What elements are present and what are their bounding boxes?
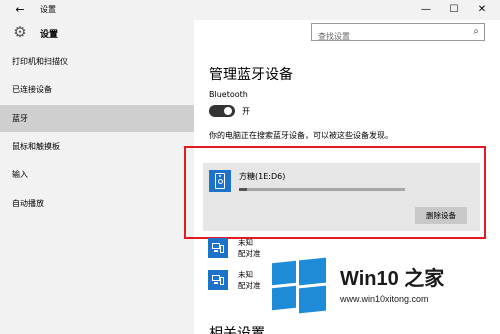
selected-device-card[interactable]: 方糖(1E:D6) 删除设备	[203, 163, 480, 231]
device-status: 配对准	[238, 281, 261, 290]
window-title: 设置	[40, 5, 56, 14]
search-input[interactable]	[312, 28, 462, 45]
back-button[interactable]: ←	[13, 3, 27, 17]
gear-icon: ⚙	[13, 23, 27, 41]
sidebar-item-bluetooth[interactable]: 蓝牙	[0, 105, 194, 132]
sidebar-title: 设置	[40, 30, 59, 40]
device-status: 配对准	[238, 249, 261, 258]
title-bar: ← 设置 — ☐ ✕	[0, 0, 500, 20]
minimize-button[interactable]: —	[412, 1, 440, 19]
sidebar-item-typing[interactable]: 输入	[0, 161, 194, 188]
device-name: 未知	[238, 238, 253, 247]
search-icon[interactable]: ⌕	[473, 26, 479, 38]
device-name: 方糖(1E:D6)	[239, 172, 286, 181]
toggle-knob	[224, 107, 232, 115]
pairing-progress-fill	[239, 188, 248, 191]
page-title: 管理蓝牙设备	[209, 67, 293, 83]
sidebar-item-printers[interactable]: 打印机和扫描仪	[0, 48, 194, 75]
sidebar: ⚙ 设置 打印机和扫描仪 已连接设备 蓝牙 鼠标和触摸板 输入 自动播放	[0, 20, 194, 334]
sidebar-item-connected-devices[interactable]: 已连接设备	[0, 76, 194, 103]
sidebar-header: ⚙ 设置	[0, 20, 194, 46]
device-icon	[208, 270, 228, 290]
related-settings-heading: 相关设置	[209, 326, 265, 334]
close-button[interactable]: ✕	[468, 1, 496, 19]
watermark-title: Win10 之家	[340, 268, 445, 290]
remove-device-button[interactable]: 删除设备	[415, 207, 467, 224]
toggle-state-label: 开	[242, 107, 250, 116]
windows-logo-icon	[272, 257, 326, 314]
speaker-icon	[209, 170, 231, 192]
search-box[interactable]: ⌕	[311, 23, 485, 45]
device-icon	[208, 238, 228, 258]
bluetooth-label: Bluetooth	[209, 90, 248, 99]
watermark-url: www.win10xitong.com	[340, 294, 429, 304]
pairing-progress-bar	[239, 188, 405, 191]
discovery-status-text: 你的电脑正在搜索蓝牙设备，可以被这些设备发现。	[209, 131, 393, 140]
device-name: 未知	[238, 270, 253, 279]
sidebar-item-autoplay[interactable]: 自动播放	[0, 190, 194, 217]
watermark: Win10 之家 www.win10xitong.com	[268, 256, 500, 334]
sidebar-item-mouse-touchpad[interactable]: 鼠标和触摸板	[0, 133, 194, 160]
bluetooth-toggle[interactable]	[209, 105, 235, 117]
maximize-button[interactable]: ☐	[440, 1, 468, 19]
